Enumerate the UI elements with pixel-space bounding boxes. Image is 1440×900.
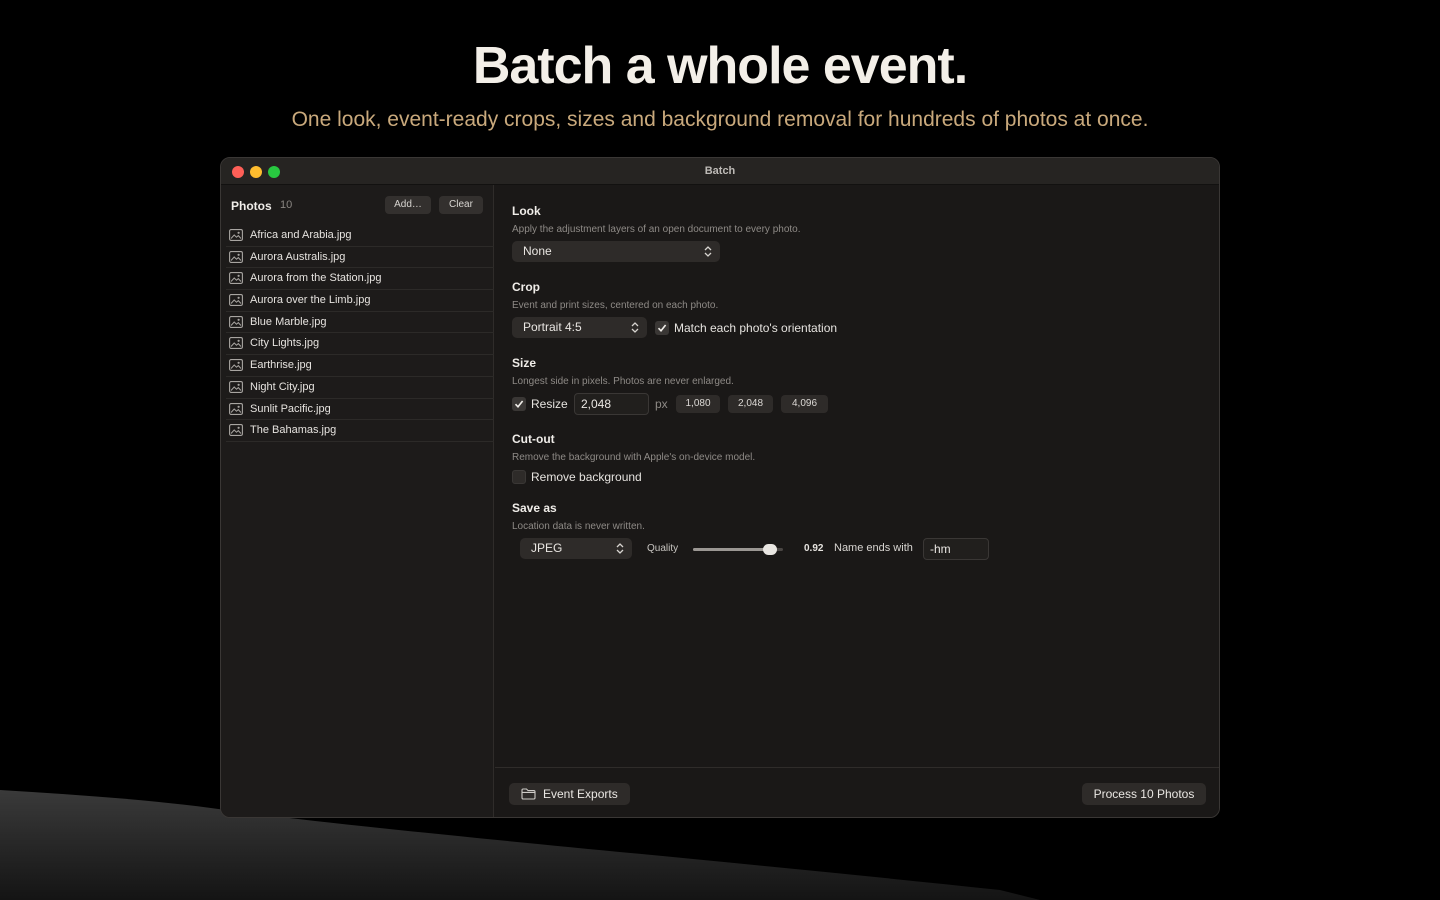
chevron-updown-icon [616,543,624,554]
folder-icon [521,788,536,800]
photo-icon [229,402,243,415]
chevron-updown-icon [631,322,639,333]
save-title: Save as [512,501,557,515]
cutout-description: Remove the background with Apple's on-de… [512,452,756,463]
file-name: Africa and Arabia.jpg [250,229,352,241]
file-name: The Bahamas.jpg [250,424,337,437]
process-button[interactable]: Process 10 Photos [1082,783,1206,805]
photo-icon [229,294,243,307]
photo-icon [229,250,243,263]
title-bar: Batch [221,158,1219,185]
photo-icon [229,229,243,241]
preset-4096-button[interactable]: 4,096 [781,395,828,413]
file-name: Sunlit Pacific.jpg [250,402,331,415]
file-name: Earthrise.jpg [250,359,312,372]
photos-sidebar: Photos 10 Add… Clear Africa and Arabia.j… [221,185,494,817]
clear-photos-button[interactable]: Clear [439,196,483,214]
file-list-item[interactable]: Aurora Australis.jpg [226,247,494,269]
photo-icon [229,424,243,437]
crop-description: Event and print sizes, centered on each … [512,300,719,311]
format-popup[interactable]: JPEG [520,538,632,559]
size-description: Longest side in pixels. Photos are never… [512,376,734,387]
suffix-label: Name ends with [834,542,913,554]
cutout-title: Cut-out [512,432,555,446]
photo-icon [229,315,243,328]
remove-background-checkbox[interactable] [512,470,526,484]
save-description: Location data is never written. [512,521,645,532]
file-name: Night City.jpg [250,380,315,393]
file-list-item[interactable]: City Lights.jpg [226,333,494,356]
look-popup[interactable]: None [512,241,720,262]
file-list-item[interactable]: Aurora over the Limb.jpg [226,290,494,312]
checkmark-icon [657,324,667,333]
file-name: City Lights.jpg [250,337,320,350]
sidebar-header: Photos 10 Add… Clear [231,196,483,216]
match-orientation-label: Match each photo's orientation [674,321,838,335]
look-title: Look [512,204,541,218]
photo-icon [229,380,243,393]
settings-panel: Look Apply the adjustment layers of an o… [495,185,1219,767]
crop-title: Crop [512,280,540,294]
look-popup-value: None [523,244,552,258]
look-description: Apply the adjustment layers of an open d… [512,224,801,235]
quality-slider-knob[interactable] [762,544,777,555]
preset-1080-button[interactable]: 1,080 [676,395,720,413]
file-name: Aurora over the Limb.jpg [250,294,371,307]
destination-folder-label: Event Exports [543,787,618,801]
suffix-input[interactable]: -hm [923,538,989,560]
quality-slider-fill [693,548,770,551]
resize-label: Resize [531,397,568,411]
file-list-item[interactable]: Aurora from the Station.jpg [226,268,494,291]
quality-label: Quality [647,543,679,554]
file-name: Blue Marble.jpg [250,315,327,328]
photo-count: 10 [280,199,293,211]
file-list-item[interactable]: Night City.jpg [226,377,494,399]
photo-icon [229,272,243,285]
quality-value: 0.92 [804,543,824,554]
size-input[interactable]: 2,048 [574,393,649,415]
remove-background-label: Remove background [531,470,642,484]
crop-popup-value: Portrait 4:5 [523,320,582,334]
file-name: Aurora from the Station.jpg [250,272,382,285]
file-list-item[interactable]: Blue Marble.jpg [226,312,494,334]
footer-bar: Event Exports Process 10 Photos [495,767,1219,817]
resize-checkbox[interactable] [512,397,526,411]
add-photos-button[interactable]: Add… [385,196,431,214]
file-list: Africa and Arabia.jpg Aurora Australis.jp… [226,225,494,442]
checkmark-icon [514,400,524,409]
preset-2048-button[interactable]: 2,048 [728,395,773,413]
crop-popup[interactable]: Portrait 4:5 [512,317,647,338]
file-list-item[interactable]: Sunlit Pacific.jpg [226,399,494,421]
destination-folder-button[interactable]: Event Exports [509,783,630,805]
hero-subtitle: One look, event-ready crops, sizes and b… [291,108,1149,131]
size-unit: px [655,397,668,411]
batch-window: Batch Photos 10 Add… Clear Africa and Ar… [220,157,1220,818]
photo-icon [229,337,243,350]
file-name: Aurora Australis.jpg [250,250,346,263]
format-popup-value: JPEG [531,541,563,555]
file-list-item[interactable]: Earthrise.jpg [226,355,494,377]
window-title: Batch [704,165,736,177]
photo-icon [229,359,243,372]
match-orientation-checkbox[interactable] [655,321,669,335]
chevron-updown-icon [704,246,712,257]
hero-title: Batch a whole event. [472,37,968,95]
file-list-item[interactable]: Africa and Arabia.jpg [226,225,494,247]
size-title: Size [512,356,537,370]
file-list-item[interactable]: The Bahamas.jpg [226,420,494,442]
sidebar-title: Photos [231,199,272,213]
